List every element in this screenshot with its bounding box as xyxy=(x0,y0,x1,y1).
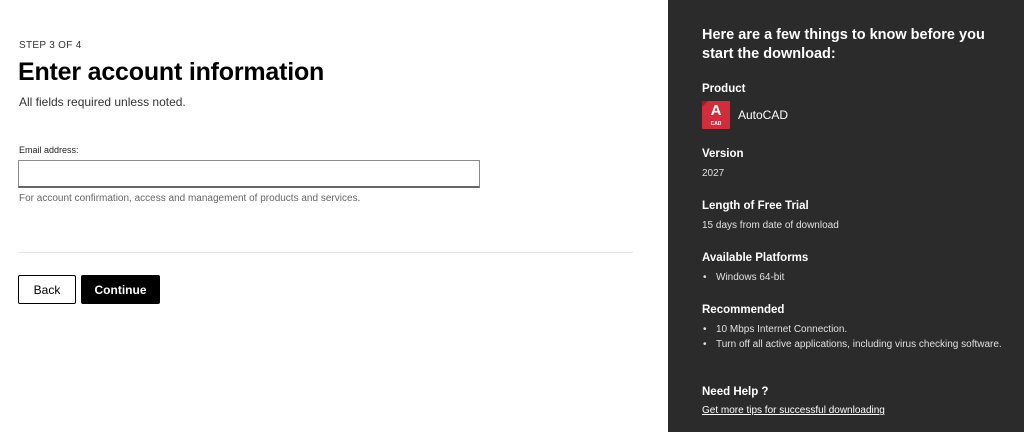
trial-label: Length of Free Trial xyxy=(702,200,809,212)
info-heading: Here are a few things to know before you… xyxy=(702,27,985,62)
autocad-logo-sub: CAD xyxy=(710,121,722,127)
email-help-text: For account confirmation, access and man… xyxy=(19,193,361,204)
page-title: Enter account information xyxy=(18,58,325,86)
recommended-list: 10 Mbps Internet Connection. Turn off al… xyxy=(703,322,1006,352)
list-item: Windows 64-bit xyxy=(703,270,1006,285)
list-item: Turn off all active applications, includ… xyxy=(703,337,1006,352)
product-label: Product xyxy=(702,83,746,95)
account-form-panel: STEP 3 OF 4 Enter account information Al… xyxy=(0,0,668,432)
form-divider xyxy=(18,252,633,253)
product-name: AutoCAD xyxy=(738,108,789,122)
form-subtitle: All fields required unless noted. xyxy=(19,95,186,109)
step-indicator: STEP 3 OF 4 xyxy=(19,40,82,51)
email-label: Email address: xyxy=(19,145,79,155)
help-label: Need Help ? xyxy=(702,386,769,398)
back-button[interactable]: Back xyxy=(18,275,76,304)
autocad-logo-letter: A xyxy=(710,102,722,119)
email-field[interactable] xyxy=(18,160,480,188)
platforms-list: Windows 64-bit xyxy=(703,270,1006,285)
download-tips-link[interactable]: Get more tips for successful downloading xyxy=(702,405,885,416)
version-label: Version xyxy=(702,148,744,160)
list-item: 10 Mbps Internet Connection. xyxy=(703,322,1006,337)
download-info-panel: Here are a few things to know before you… xyxy=(668,0,1024,432)
trial-value: 15 days from date of download xyxy=(702,220,839,231)
product-row: A CAD AutoCAD xyxy=(702,101,788,129)
continue-button[interactable]: Continue xyxy=(81,275,160,304)
autocad-logo-icon: A CAD xyxy=(702,101,730,129)
version-value: 2027 xyxy=(702,168,725,179)
recommended-label: Recommended xyxy=(702,304,785,316)
platforms-label: Available Platforms xyxy=(702,252,809,264)
